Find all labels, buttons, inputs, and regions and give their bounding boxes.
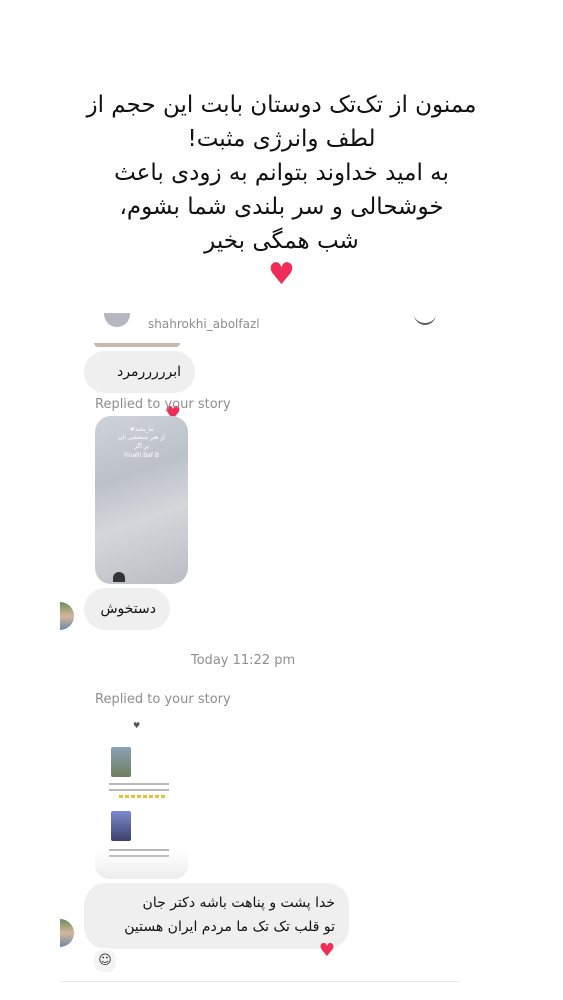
message-text-line-2: تو قلب تک تک ما مردم ایران هستین [124, 919, 335, 935]
timestamp: Today 11:22 pm [190, 653, 296, 668]
caption-line-1: ممنون از تک‌تک دوستان بابت این حجم از [86, 92, 477, 118]
story-thumbnail[interactable]: #ما_بخند از هنر منبعشی نان پر اگر Finall… [95, 416, 188, 584]
story-image-detail [113, 572, 125, 582]
story-text: #ما_بخند [129, 426, 154, 433]
story-text: پر اگر [134, 443, 149, 450]
shared-post-edge[interactable] [94, 343, 180, 347]
replied-to-story-label: Replied to your story [95, 692, 231, 707]
heart-icon: ♥ [268, 257, 295, 292]
replied-to-story-label: Replied to your story [95, 397, 231, 412]
message-text-line-1: خدا پشت و پناهت باشه دکتر جان [142, 895, 335, 911]
caption-line-5: شب همگی بخیر [204, 228, 359, 254]
story-fade [95, 851, 188, 879]
message-bubble[interactable]: ابرررررمرد ♥ [84, 351, 195, 424]
story-photo [111, 747, 131, 777]
story-photo [111, 811, 131, 841]
message-text: ابرررررمرد [116, 364, 181, 380]
heart-icon: ♥ [318, 940, 335, 961]
message-text: دستخوش [100, 601, 156, 617]
message-bubble[interactable]: خدا پشت و پناهت باشه دکتر جان تو قلب تک … [84, 883, 349, 961]
story-emoji-row [119, 795, 167, 798]
avatar[interactable] [60, 602, 74, 630]
story-thumbnail[interactable]: ♥ [95, 711, 188, 879]
post-caption: ممنون از تک‌تک دوستان بابت این حجم از لط… [40, 88, 523, 292]
story-text-line [109, 789, 169, 791]
caption-line-2: لطف وانرژی مثبت! [187, 126, 376, 152]
reaction-icon[interactable]: ☺ [92, 948, 118, 974]
username[interactable]: shahrokhi_abolfazl [148, 317, 260, 331]
avatar[interactable] [60, 919, 74, 947]
dm-screenshot: shahrokhi_abolfazl ابرررررمرد ♥ Replied … [60, 305, 460, 1000]
more-icon[interactable] [414, 311, 436, 325]
story-text: Finalli Baf B [124, 452, 159, 459]
caption-line-3: به امید خداوند بتوانم به زودی باعث [114, 160, 449, 186]
caption-line-4: خوشحالی و سر بلندی شما بشوم، [119, 194, 444, 220]
avatar[interactable] [104, 313, 130, 327]
story-header: ♥ [133, 721, 141, 730]
story-text-line [109, 783, 169, 785]
message-bubble[interactable]: دستخوش [84, 588, 170, 630]
divider [60, 981, 460, 982]
story-text: از هنر منبعشی نان [118, 434, 165, 441]
